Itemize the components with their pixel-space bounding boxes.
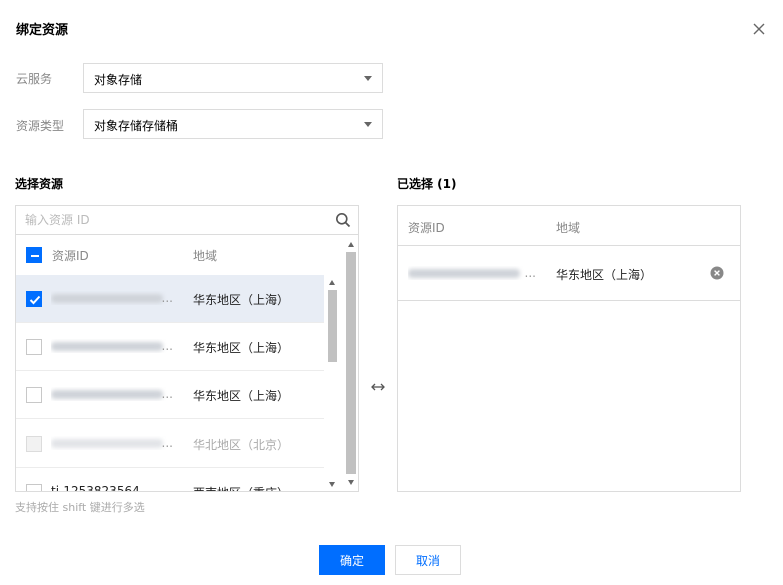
selected-row: ... 华东地区（上海） (398, 247, 740, 301)
selected-list-panel: 资源ID 地域 ... 华东地区（上海） (397, 205, 741, 492)
resource-list-panel: 资源ID 地域 ... 华东地区（上海） ... 华东地区（上海） ... 华东… (15, 205, 359, 492)
resource-type-select[interactable]: 对象存储存储桶 (83, 109, 383, 139)
selected-title: 已选择 (1) (397, 177, 457, 191)
row-checkbox[interactable] (26, 484, 42, 491)
scroll-up-icon[interactable] (347, 242, 354, 247)
scroll-thumb[interactable] (328, 290, 337, 362)
remove-icon[interactable] (710, 266, 724, 280)
select-resource-title: 选择资源 (15, 177, 64, 191)
outer-scrollbar[interactable] (344, 236, 358, 491)
scroll-down-icon[interactable] (347, 480, 354, 485)
resource-region: 华东地区（上海） (193, 293, 290, 307)
resource-region: 华东地区（上海） (556, 268, 653, 282)
dropdown-caret-icon (364, 76, 372, 81)
resource-region: 华东地区（上海） (193, 341, 290, 355)
column-header-region: 地域 (193, 249, 218, 263)
row-checkbox (26, 436, 42, 452)
swap-arrows-icon (371, 383, 385, 391)
row-checkbox[interactable] (26, 291, 42, 307)
resource-id: ti-1253823564 (51, 484, 140, 492)
cloud-service-select[interactable]: 对象存储 (83, 63, 383, 93)
resource-id: ... (51, 339, 173, 353)
dialog-title: 绑定资源 (16, 23, 69, 38)
search-box (16, 206, 358, 235)
row-checkbox[interactable] (26, 387, 42, 403)
resource-id: ... (408, 266, 536, 280)
redacted-id (51, 294, 163, 303)
table-row[interactable]: ... 华东地区（上海） (16, 323, 324, 371)
resource-id: ... (51, 436, 173, 450)
scroll-up-icon[interactable] (329, 280, 335, 285)
redacted-id (408, 269, 520, 278)
resource-id: ... (51, 387, 173, 401)
list-header: 资源ID 地域 (16, 235, 358, 275)
redacted-id (51, 390, 163, 399)
redacted-id (51, 342, 163, 351)
selected-list-header: 资源ID 地域 (398, 206, 740, 246)
scroll-down-icon[interactable] (329, 482, 335, 487)
cancel-button[interactable]: 取消 (395, 545, 461, 575)
resource-type-label: 资源类型 (16, 119, 65, 133)
inner-scrollbar[interactable] (326, 276, 339, 491)
table-row: ... 华北地区（北京） (16, 420, 324, 468)
confirm-button[interactable]: 确定 (319, 545, 385, 575)
dropdown-caret-icon (364, 122, 372, 127)
resource-region: 华东地区（上海） (193, 389, 290, 403)
resource-region: 西南地区（重庆） (193, 484, 289, 491)
column-header-id: 资源ID (408, 221, 445, 235)
row-checkbox[interactable] (26, 339, 42, 355)
column-header-id: 资源ID (52, 249, 89, 263)
cloud-service-value: 对象存储 (94, 73, 143, 87)
help-text: 支持按住 shift 键进行多选 (15, 501, 145, 514)
column-header-region: 地域 (556, 221, 581, 235)
resource-type-value: 对象存储存储桶 (94, 119, 179, 133)
cloud-service-label: 云服务 (16, 72, 53, 86)
search-icon[interactable] (335, 212, 351, 228)
redacted-id (51, 439, 163, 448)
resource-region: 华北地区（北京） (193, 438, 290, 452)
close-icon[interactable] (752, 22, 766, 36)
search-input[interactable] (16, 206, 326, 234)
table-row[interactable]: ... 华东地区（上海） (16, 275, 324, 323)
select-all-checkbox[interactable] (26, 247, 42, 263)
resource-id: ... (51, 291, 173, 305)
table-row[interactable]: ... 华东地区（上海） (16, 371, 324, 419)
scroll-thumb[interactable] (346, 252, 356, 474)
table-row[interactable]: ti-1253823564 西南地区（重庆） (16, 468, 324, 492)
